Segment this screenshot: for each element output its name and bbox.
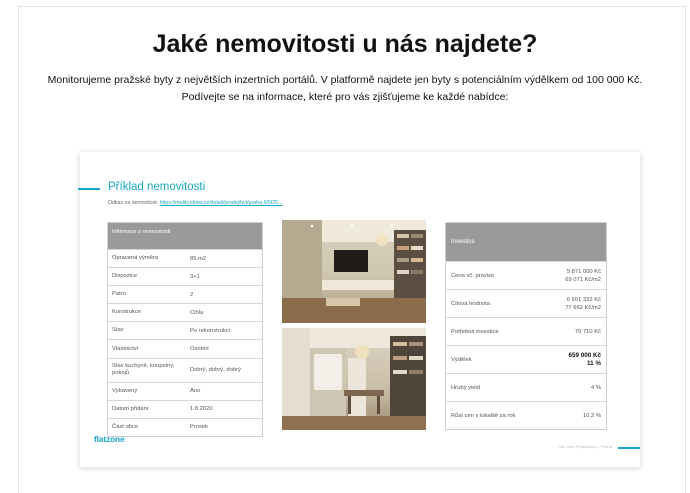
row-key: Patro [112,291,126,298]
property-example-card: Příklad nemovitosti Odkaz na nemovitost:… [78,152,640,467]
value-primary: 6 601 332 Kč [566,296,601,303]
table-row: Růst cen v lokalitě za rok 10,2 % [446,401,606,429]
table-row: Stav Po rekonstrukci [108,321,262,339]
row-key: Vlastnictví [112,345,139,352]
investment-table: Investice Cena vč. provize 5 871 000 Kč … [445,222,607,430]
profit-value: 659 000 Kč [568,351,601,359]
table-row: Hrubý yield 4 % [446,373,606,401]
value-primary: 70 710 Kč [574,328,601,335]
table-row: Vybavený Ano [108,381,262,400]
intro-line-2: Podívejte se na informace, které pro vás… [181,91,509,103]
row-key: Stav [112,327,124,334]
row-key: Potřebná investice [451,328,499,335]
living-room-photo [282,220,426,323]
row-value: 85 m2 [190,255,207,262]
flatzone-logo: flatzone [94,434,125,444]
row-value: 2 [190,291,194,298]
table-row: Konstrukce Cihla [108,303,262,321]
property-link-row: Odkaz na nemovitost: https://reality.idn… [108,200,282,206]
row-value: 10,2 % [583,412,601,420]
row-key: Cena vč. provize [451,272,495,279]
page-heading: Jaké nemovitosti u nás najdete? [152,30,538,58]
value-primary: 4 % [591,384,601,391]
row-key: Opravená výměra [112,255,159,262]
value-secondary: 77 662 Kč/m2 [565,304,601,311]
footer-accent-line [618,447,640,449]
table-row: Část obce Prosek [108,417,262,436]
row-value: 3+1 [190,273,200,280]
table-row: Vlastnictví Osobní [108,339,262,357]
table-row: Dispozice 3+1 [108,267,262,285]
info-table-header: Informace o nemovitosti [108,223,262,249]
row-key: Stav kuchyně, koupelny, pokojů [112,363,175,377]
table-row: Opravená výměra 85 m2 [108,249,262,267]
row-value: 5 871 000 Kč 69 071 Kč/m2 [565,268,601,284]
intro-line-1: Monitorujeme pražské byty z největších i… [47,74,643,86]
title-accent-line [78,188,100,190]
row-value: 70 710 Kč [575,328,601,336]
table-row: Cílová hodnota 6 601 332 Kč 77 662 Kč/m2 [446,289,606,317]
table-row: Stav kuchyně, koupelny, pokojů Dobrý, do… [108,357,262,382]
dining-room-photo [282,328,426,430]
row-value: Po rekonstrukci [190,327,230,334]
profit-percent: 11 % [586,359,601,367]
row-value: 4 % [591,384,601,392]
row-value: Cihla [190,309,204,316]
table-row: Výdělek 659 000 Kč 11 % [446,345,606,373]
row-value: 1.8.2020 [190,406,213,413]
value-primary: 5 871 000 Kč [566,268,601,275]
row-key: Výdělek [451,356,472,363]
table-row: Potřebná investice 70 710 Kč [446,317,606,345]
row-value: Dobrý, dobrý, dobrý [190,367,241,374]
row-key: Dispozice [112,273,138,280]
table-row: Cena vč. provize 5 871 000 Kč 69 071 Kč/… [446,261,606,289]
row-value: Prosek [190,424,209,431]
property-link-label: Odkaz na nemovitost: [108,200,159,206]
property-link[interactable]: https://reality.idnes.cz/detail/prodej/b… [160,200,283,206]
row-key: Vybavený [112,387,138,394]
table-row: Datum přidání 1.8.2020 [108,399,262,418]
investment-table-header: Investice [446,223,606,261]
intro-text: Monitorujeme pražské byty z největších i… [0,72,690,106]
value-primary: 10,2 % [582,412,601,419]
row-key: Datum přidání [112,405,149,412]
row-value: 6 601 332 Kč 77 662 Kč/m2 [565,296,601,312]
row-key: Část obce [112,423,139,430]
footer-text: Flat Zone Podpůrkovy – Praha [557,444,612,449]
property-info-table: Informace o nemovitosti Opravená výměra … [107,222,263,437]
card-title: Příklad nemovitosti [108,181,206,193]
row-value: Osobní [190,346,209,353]
row-key: Hrubý yield [451,384,480,391]
row-key: Konstrukce [112,309,141,316]
table-row: Patro 2 [108,285,262,303]
value-secondary: 69 071 Kč/m2 [565,276,601,283]
row-value: Ano [190,388,201,395]
row-value: 659 000 Kč 11 % [568,352,601,368]
row-key: Cílová hodnota [451,300,490,307]
row-key: Růst cen v lokalitě za rok [451,412,516,419]
